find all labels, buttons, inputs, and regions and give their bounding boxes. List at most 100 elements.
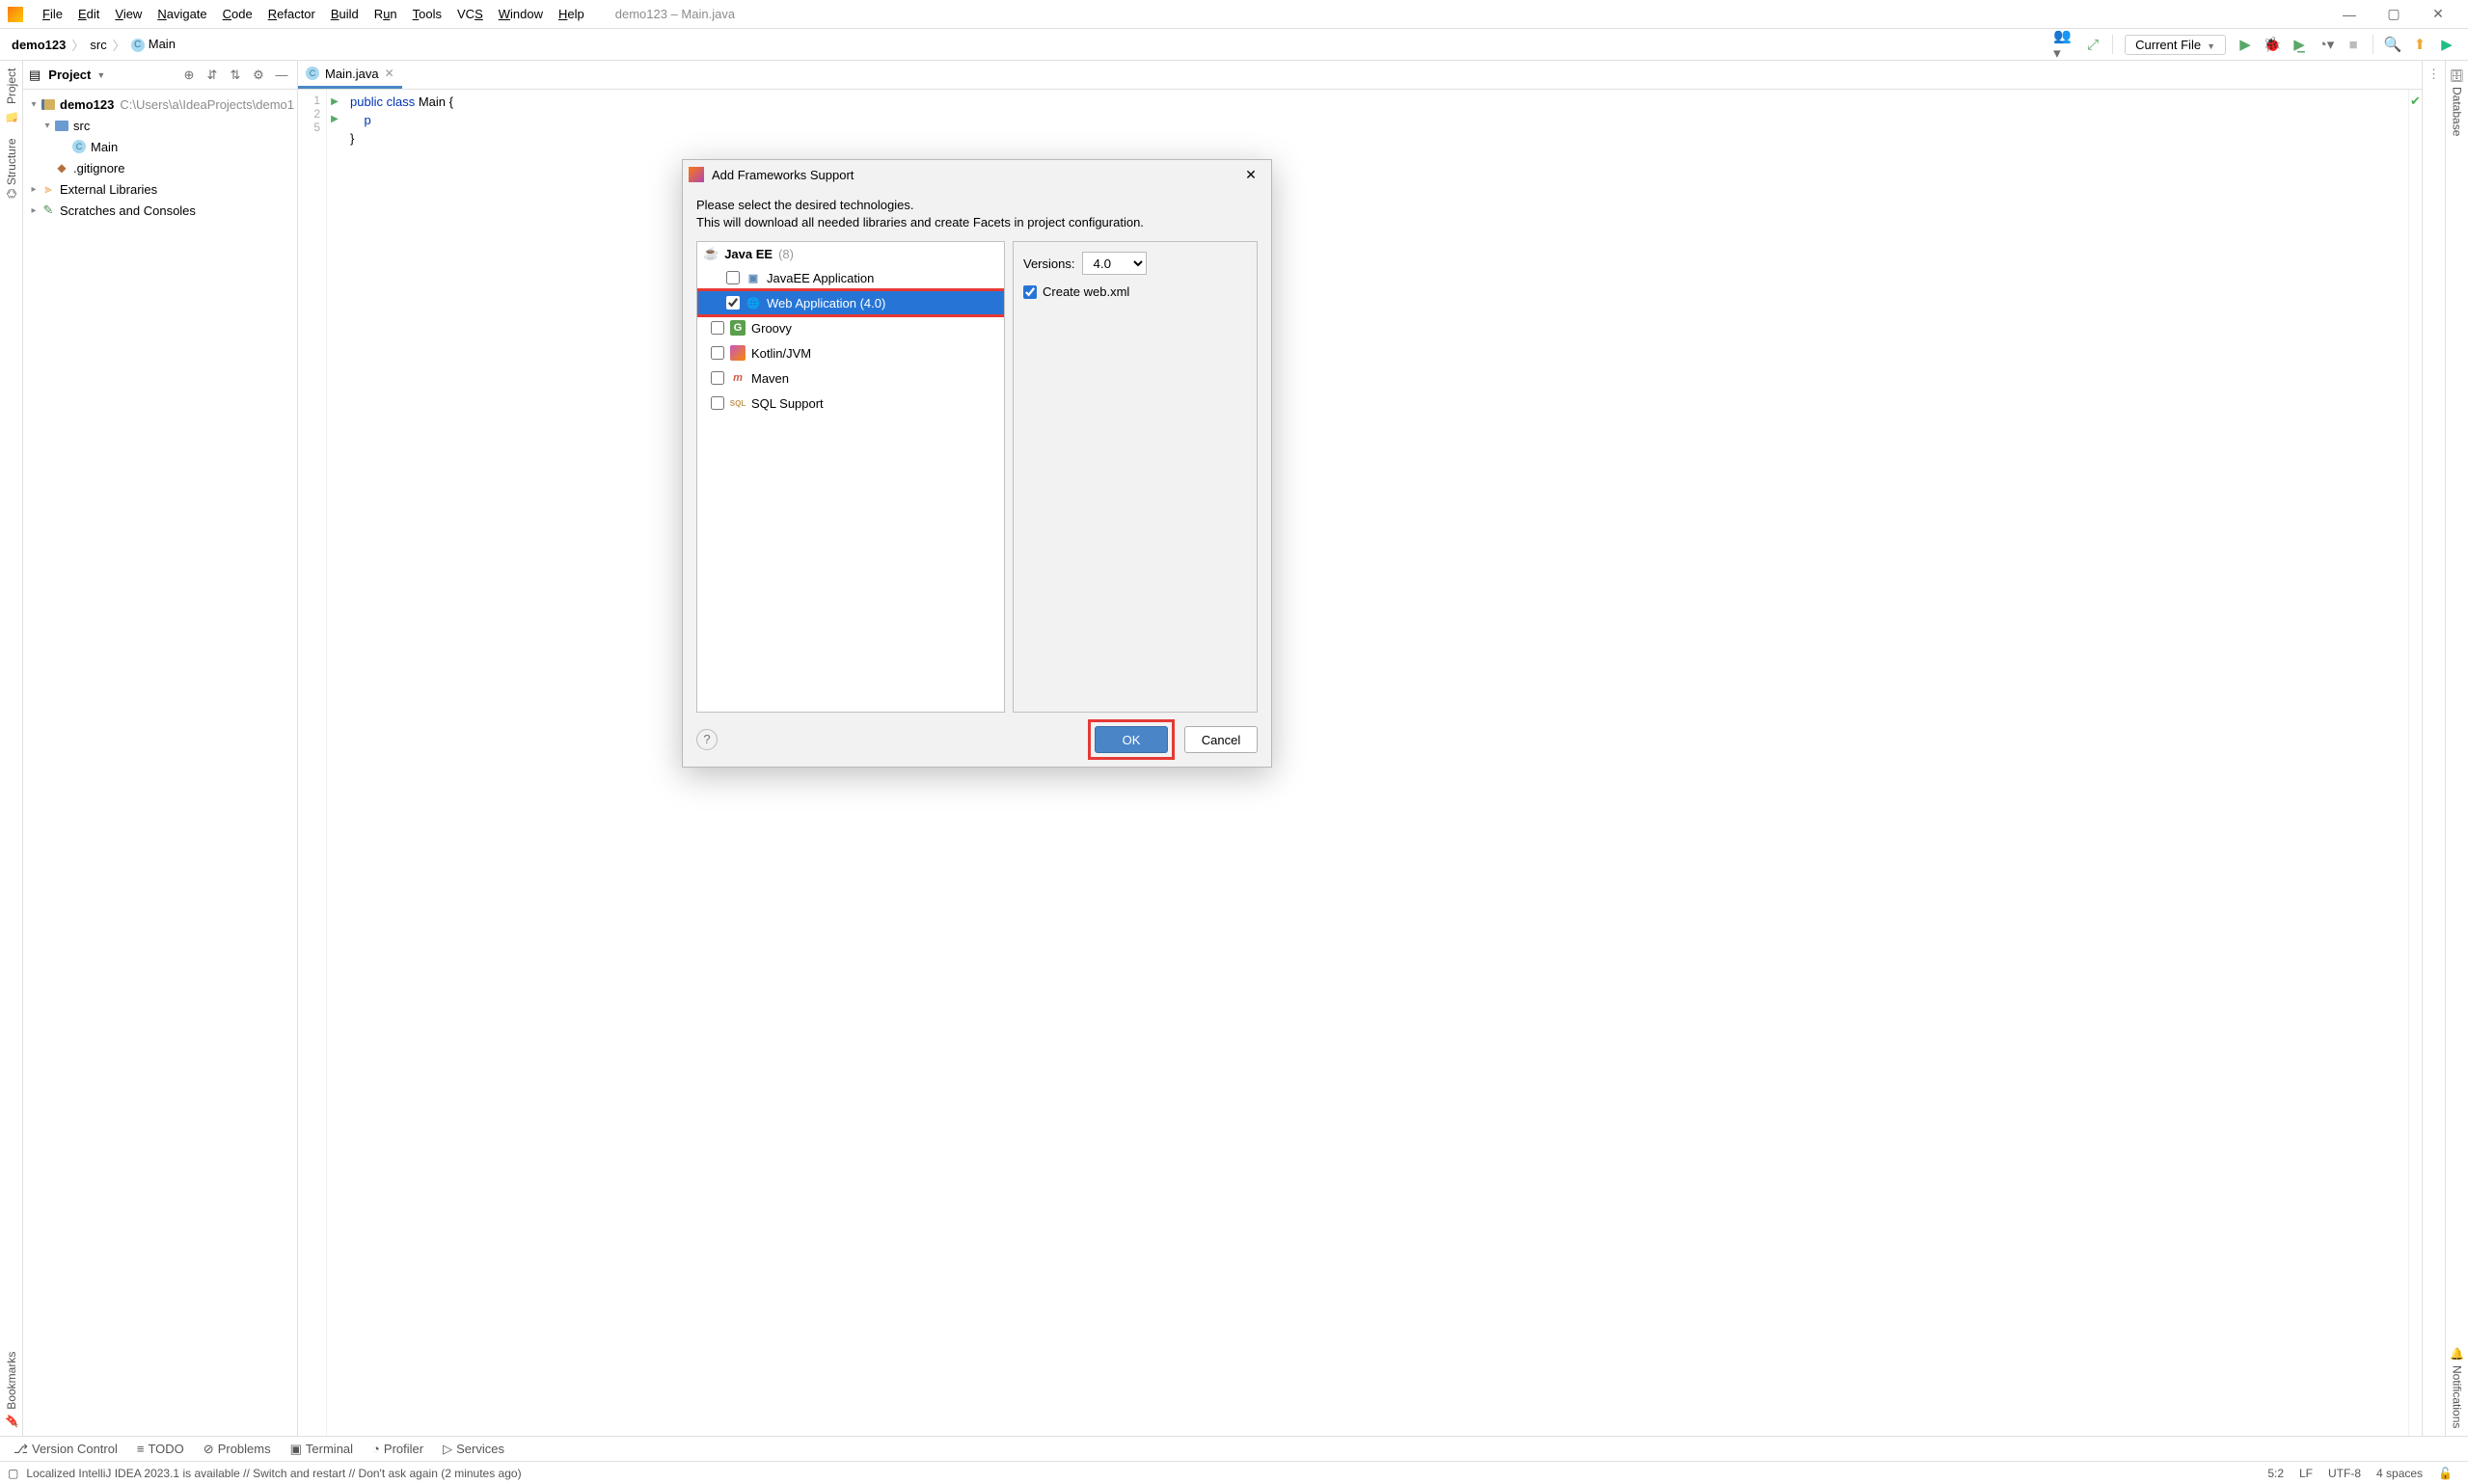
tab-services[interactable]: ▷Services	[435, 1440, 512, 1459]
project-view-icon: ▤	[29, 67, 41, 83]
settings-gear-icon[interactable]: ⚙	[249, 67, 268, 83]
tree-scratches-label: Scratches and Consoles	[60, 203, 196, 218]
menu-navigate[interactable]: Navigate	[149, 3, 214, 25]
status-message[interactable]: Localized IntelliJ IDEA 2023.1 is availa…	[26, 1467, 521, 1480]
status-quick-icon[interactable]: ▢	[8, 1467, 18, 1480]
menu-edit[interactable]: Edit	[70, 3, 107, 25]
terminal-icon: ▣	[290, 1442, 302, 1457]
dialog-close-button[interactable]: ✕	[1236, 167, 1265, 183]
stop-button[interactable]: ■	[2341, 32, 2366, 57]
framework-groovy[interactable]: G Groovy	[697, 315, 1004, 340]
more-options-icon[interactable]: ⋮	[2427, 67, 2440, 1436]
tab-todo[interactable]: ≡TODO	[129, 1440, 192, 1458]
framework-checkbox[interactable]	[711, 321, 724, 335]
menu-help[interactable]: Help	[551, 3, 592, 25]
framework-checkbox[interactable]	[726, 296, 740, 310]
profile-button[interactable]: ◔▾	[2314, 32, 2339, 57]
framework-kotlin[interactable]: Kotlin/JVM	[697, 340, 1004, 365]
expand-toggle-icon[interactable]: ▸	[27, 184, 41, 195]
run-button[interactable]: ▶	[2233, 32, 2258, 57]
hide-panel-icon[interactable]: —	[272, 67, 291, 82]
close-tab-icon[interactable]: ✕	[385, 67, 394, 80]
menu-code[interactable]: Code	[215, 3, 260, 25]
menu-vcs[interactable]: VCS	[449, 3, 491, 25]
select-opened-file-icon[interactable]: ⊕	[179, 67, 199, 83]
run-config-selector[interactable]: Current File▼	[2125, 35, 2226, 55]
menu-file[interactable]: File	[35, 3, 70, 25]
menu-view[interactable]: View	[107, 3, 149, 25]
debug-button[interactable]: 🐞	[2260, 32, 2285, 57]
tree-scratches[interactable]: ▸ ✎ Scratches and Consoles	[23, 200, 297, 221]
coverage-button[interactable]: ▶̲	[2287, 32, 2312, 57]
frameworks-list[interactable]: ☕ Java EE (8) ▣ JavaEE Application	[696, 241, 1005, 713]
menu-tools[interactable]: Tools	[405, 3, 449, 25]
breadcrumb-project[interactable]: demo123	[8, 36, 69, 54]
versions-label: Versions:	[1023, 256, 1074, 271]
tab-version-control[interactable]: ⎇Version Control	[6, 1440, 125, 1459]
run-line-icon[interactable]: ▶	[327, 111, 342, 128]
right-tool-strip: 🗄Database 🔔Notifications	[2445, 61, 2468, 1436]
menu-window[interactable]: Window	[491, 3, 551, 25]
build-icon[interactable]: ⤢	[2080, 32, 2105, 57]
tab-profiler[interactable]: ◔Profiler	[365, 1440, 431, 1458]
toolwindow-structure-tab[interactable]: ⌬Structure	[5, 130, 18, 206]
editor-tab-main[interactable]: C Main.java ✕	[298, 61, 402, 89]
menu-run[interactable]: Run	[366, 3, 405, 25]
editor[interactable]: 125 ▶ ▶ public class Main { p } ✔	[298, 90, 2422, 1436]
chevron-down-icon[interactable]: ▼	[96, 70, 105, 80]
code-with-me-icon[interactable]: 👥▾	[2053, 32, 2078, 57]
window-minimize-button[interactable]: —	[2327, 7, 2372, 22]
help-button[interactable]: ?	[696, 729, 718, 750]
tree-gitignore[interactable]: ◆ .gitignore	[23, 157, 297, 178]
window-maximize-button[interactable]: ▢	[2372, 6, 2416, 22]
code-area[interactable]: public class Main { p }	[342, 90, 2408, 1436]
ide-update-icon[interactable]: ⬆	[2407, 32, 2432, 57]
indent-setting[interactable]: 4 spaces	[2376, 1467, 2423, 1480]
tree-external-libraries[interactable]: ▸ ⫸ External Libraries	[23, 178, 297, 200]
line-ending[interactable]: LF	[2299, 1467, 2313, 1480]
framework-checkbox[interactable]	[726, 271, 740, 284]
framework-web-application[interactable]: 🌐 Web Application (4.0)	[697, 290, 1004, 315]
framework-sql[interactable]: SQL SQL Support	[697, 391, 1004, 416]
file-encoding[interactable]: UTF-8	[2328, 1467, 2361, 1480]
framework-category-javaee[interactable]: ☕ Java EE (8)	[697, 242, 1004, 265]
expand-all-icon[interactable]: ⇵	[203, 67, 222, 83]
framework-javaee-application[interactable]: ▣ JavaEE Application	[697, 265, 1004, 290]
menu-refactor[interactable]: Refactor	[260, 3, 323, 25]
toolwindow-project-tab[interactable]: 📁Project	[5, 61, 18, 130]
add-frameworks-dialog: Add Frameworks Support ✕ Please select t…	[682, 159, 1272, 768]
create-webxml-checkbox[interactable]	[1023, 285, 1037, 299]
toolwindow-bookmarks-tab[interactable]: 🔖Bookmarks	[5, 1344, 18, 1436]
framework-checkbox[interactable]	[711, 371, 724, 385]
expand-toggle-icon[interactable]: ▾	[41, 121, 54, 131]
dialog-titlebar[interactable]: Add Frameworks Support ✕	[683, 160, 1271, 189]
tree-src[interactable]: ▾ src	[23, 115, 297, 136]
breadcrumb-file[interactable]: CMain	[127, 35, 179, 54]
framework-checkbox[interactable]	[711, 346, 724, 360]
readonly-lock-icon[interactable]: 🔓	[2438, 1467, 2453, 1480]
project-panel-title[interactable]: Project	[48, 67, 91, 82]
toolwindow-notifications-tab[interactable]: 🔔Notifications	[2451, 1339, 2464, 1436]
expand-toggle-icon[interactable]: ▾	[27, 99, 41, 110]
tab-terminal[interactable]: ▣Terminal	[283, 1440, 361, 1459]
menu-build[interactable]: Build	[323, 3, 366, 25]
ide-settings-icon[interactable]: ▶	[2434, 32, 2459, 57]
framework-checkbox[interactable]	[711, 396, 724, 410]
editor-tabs: C Main.java ✕	[298, 61, 2422, 90]
versions-select[interactable]: 4.0	[1082, 252, 1147, 275]
project-tree[interactable]: ▾ demo123 C:\Users\a\IdeaProjects\demo1 …	[23, 90, 297, 1436]
collapse-all-icon[interactable]: ⇅	[226, 67, 245, 83]
run-line-icon[interactable]: ▶	[327, 94, 342, 111]
breadcrumb-folder[interactable]: src	[86, 36, 110, 54]
ok-button[interactable]: OK	[1095, 726, 1168, 753]
framework-maven[interactable]: m Maven	[697, 365, 1004, 391]
tree-main-class[interactable]: C Main	[23, 136, 297, 157]
cancel-button[interactable]: Cancel	[1184, 726, 1258, 753]
caret-position[interactable]: 5:2	[2267, 1467, 2284, 1480]
search-everywhere-button[interactable]: 🔍	[2380, 32, 2405, 57]
toolwindow-database-tab[interactable]: 🗄Database	[2451, 61, 2464, 145]
expand-toggle-icon[interactable]: ▸	[27, 205, 41, 216]
window-close-button[interactable]: ✕	[2416, 6, 2460, 22]
tree-root[interactable]: ▾ demo123 C:\Users\a\IdeaProjects\demo1	[23, 94, 297, 115]
tab-problems[interactable]: ⊘Problems	[196, 1440, 279, 1459]
